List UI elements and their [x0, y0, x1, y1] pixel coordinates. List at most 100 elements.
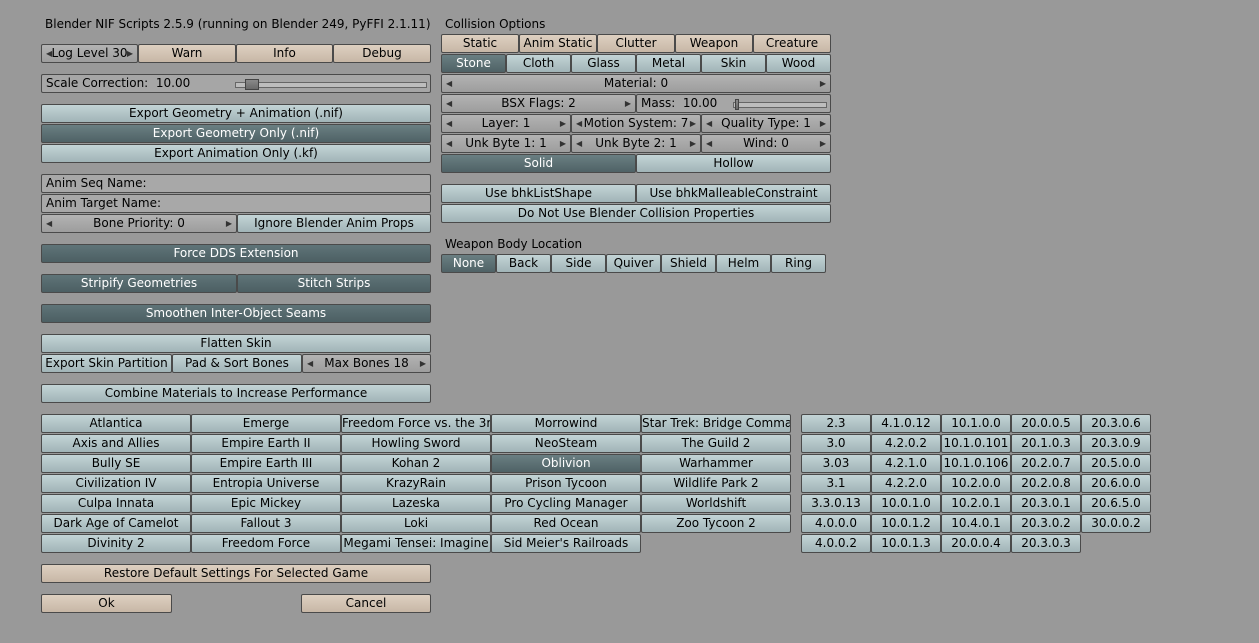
version-10-4-0-1[interactable]: 10.4.0.1	[941, 514, 1011, 533]
game-lazeska[interactable]: Lazeska	[341, 494, 491, 513]
slider-track[interactable]	[235, 82, 427, 88]
version-10-1-0-101[interactable]: 10.1.0.101	[941, 434, 1011, 453]
game-empire-earth-iii[interactable]: Empire Earth III	[191, 454, 341, 473]
version-4-2-2-0[interactable]: 4.2.2.0	[871, 474, 941, 493]
game-sid-meier-s-railroads[interactable]: Sid Meier's Railroads	[491, 534, 641, 553]
game-pro-cycling-manager[interactable]: Pro Cycling Manager	[491, 494, 641, 513]
game-the-guild-2[interactable]: The Guild 2	[641, 434, 791, 453]
version-20-3-0-6[interactable]: 20.3.0.6	[1081, 414, 1151, 433]
game-warhammer[interactable]: Warhammer	[641, 454, 791, 473]
game-red-ocean[interactable]: Red Ocean	[491, 514, 641, 533]
material-skin[interactable]: Skin	[701, 54, 766, 73]
version-2-3[interactable]: 2.3	[801, 414, 871, 433]
weapon-location-helm[interactable]: Helm	[716, 254, 771, 273]
no-blender-collision-button[interactable]: Do Not Use Blender Collision Properties	[441, 204, 831, 223]
version-3-0[interactable]: 3.0	[801, 434, 871, 453]
collision-type-weapon[interactable]: Weapon	[675, 34, 753, 53]
combine-materials-button[interactable]: Combine Materials to Increase Performanc…	[41, 384, 431, 403]
layer-field[interactable]: ◀ Layer: 1 ▶	[441, 114, 571, 133]
ok-button[interactable]: Ok	[41, 594, 172, 613]
collision-type-anim-static[interactable]: Anim Static	[519, 34, 597, 53]
arrow-right-icon[interactable]: ▶	[560, 115, 566, 132]
export-geometry-animation-button[interactable]: Export Geometry + Animation (.nif)	[41, 104, 431, 123]
game-divinity-2[interactable]: Divinity 2	[41, 534, 191, 553]
material-field[interactable]: ◀ Material: 0 ▶	[441, 74, 831, 93]
arrow-right-icon[interactable]: ▶	[690, 115, 696, 132]
slider-knob[interactable]	[734, 99, 739, 110]
quality-type-field[interactable]: ◀ Quality Type: 1 ▶	[701, 114, 831, 133]
version-20-5-0-0[interactable]: 20.5.0.0	[1081, 454, 1151, 473]
pad-sort-bones-button[interactable]: Pad & Sort Bones	[172, 354, 302, 373]
version-4-0-0-2[interactable]: 4.0.0.2	[801, 534, 871, 553]
scale-correction-slider[interactable]: Scale Correction: 10.00	[41, 74, 431, 93]
version-3-1[interactable]: 3.1	[801, 474, 871, 493]
unk-byte-2-field[interactable]: ◀ Unk Byte 2: 1 ▶	[571, 134, 701, 153]
arrow-right-icon[interactable]: ▶	[226, 215, 232, 232]
wind-field[interactable]: ◀ Wind: 0 ▶	[701, 134, 831, 153]
debug-button[interactable]: Debug	[333, 44, 431, 63]
material-glass[interactable]: Glass	[571, 54, 636, 73]
bhk-malleable-button[interactable]: Use bhkMalleableConstraint	[636, 184, 831, 203]
motion-system-field[interactable]: ◀ Motion System: 7 ▶	[571, 114, 701, 133]
version-10-0-1-3[interactable]: 10.0.1.3	[871, 534, 941, 553]
game-kohan-2[interactable]: Kohan 2	[341, 454, 491, 473]
game-worldshift[interactable]: Worldshift	[641, 494, 791, 513]
game-morrowind[interactable]: Morrowind	[491, 414, 641, 433]
version-10-0-1-0[interactable]: 10.0.1.0	[871, 494, 941, 513]
export-skin-partition-button[interactable]: Export Skin Partition	[41, 354, 172, 373]
arrow-right-icon[interactable]: ▶	[820, 135, 826, 152]
bhk-list-shape-button[interactable]: Use bhkListShape	[441, 184, 636, 203]
max-bones-field[interactable]: ◀ Max Bones 18 ▶	[302, 354, 431, 373]
version-20-2-0-8[interactable]: 20.2.0.8	[1011, 474, 1081, 493]
game-fallout-3[interactable]: Fallout 3	[191, 514, 341, 533]
game-megami-tensei-imagine[interactable]: Megami Tensei: Imagine	[341, 534, 491, 553]
game-neosteam[interactable]: NeoSteam	[491, 434, 641, 453]
anim-target-name-field[interactable]: Anim Target Name:	[41, 194, 431, 213]
material-stone[interactable]: Stone	[441, 54, 506, 73]
game-entropia-universe[interactable]: Entropia Universe	[191, 474, 341, 493]
game-howling-sword[interactable]: Howling Sword	[341, 434, 491, 453]
weapon-location-shield[interactable]: Shield	[661, 254, 716, 273]
version-20-6-5-0[interactable]: 20.6.5.0	[1081, 494, 1151, 513]
bone-priority-field[interactable]: ◀ Bone Priority: 0 ▶	[41, 214, 237, 233]
flatten-skin-button[interactable]: Flatten Skin	[41, 334, 431, 353]
solid-button[interactable]: Solid	[441, 154, 636, 173]
version-20-0-0-5[interactable]: 20.0.0.5	[1011, 414, 1081, 433]
game-freedom-force-vs-the-3r[interactable]: Freedom Force vs. the 3r	[341, 414, 491, 433]
game-emerge[interactable]: Emerge	[191, 414, 341, 433]
version-20-3-0-9[interactable]: 20.3.0.9	[1081, 434, 1151, 453]
weapon-location-none[interactable]: None	[441, 254, 496, 273]
weapon-location-ring[interactable]: Ring	[771, 254, 826, 273]
stripify-toggle[interactable]: Stripify Geometries	[41, 274, 237, 293]
restore-defaults-button[interactable]: Restore Default Settings For Selected Ga…	[41, 564, 431, 583]
game-wildlife-park-2[interactable]: Wildlife Park 2	[641, 474, 791, 493]
game-oblivion[interactable]: Oblivion	[491, 454, 641, 473]
game-loki[interactable]: Loki	[341, 514, 491, 533]
arrow-right-icon[interactable]: ▶	[820, 115, 826, 132]
game-dark-age-of-camelot[interactable]: Dark Age of Camelot	[41, 514, 191, 533]
arrow-right-icon[interactable]: ▶	[420, 355, 426, 372]
info-button[interactable]: Info	[236, 44, 333, 63]
arrow-right-icon[interactable]: ▶	[625, 95, 631, 112]
ignore-anim-props-button[interactable]: Ignore Blender Anim Props	[237, 214, 431, 233]
version-30-0-0-2[interactable]: 30.0.0.2	[1081, 514, 1151, 533]
game-bully-se[interactable]: Bully SE	[41, 454, 191, 473]
version-10-0-1-2[interactable]: 10.0.1.2	[871, 514, 941, 533]
game-atlantica[interactable]: Atlantica	[41, 414, 191, 433]
version-10-2-0-1[interactable]: 10.2.0.1	[941, 494, 1011, 513]
warn-button[interactable]: Warn	[138, 44, 236, 63]
collision-type-clutter[interactable]: Clutter	[597, 34, 675, 53]
material-metal[interactable]: Metal	[636, 54, 701, 73]
version-20-3-0-2[interactable]: 20.3.0.2	[1011, 514, 1081, 533]
arrow-right-icon[interactable]: ▶	[560, 135, 566, 152]
smoothen-seams-toggle[interactable]: Smoothen Inter-Object Seams	[41, 304, 431, 323]
slider-knob[interactable]	[244, 79, 259, 90]
unk-byte-1-field[interactable]: ◀ Unk Byte 1: 1 ▶	[441, 134, 571, 153]
collision-type-creature[interactable]: Creature	[753, 34, 831, 53]
version-20-0-0-4[interactable]: 20.0.0.4	[941, 534, 1011, 553]
version-10-1-0-0[interactable]: 10.1.0.0	[941, 414, 1011, 433]
version-3-3-0-13[interactable]: 3.3.0.13	[801, 494, 871, 513]
stitch-strips-toggle[interactable]: Stitch Strips	[237, 274, 431, 293]
game-epic-mickey[interactable]: Epic Mickey	[191, 494, 341, 513]
force-dds-toggle[interactable]: Force DDS Extension	[41, 244, 431, 263]
